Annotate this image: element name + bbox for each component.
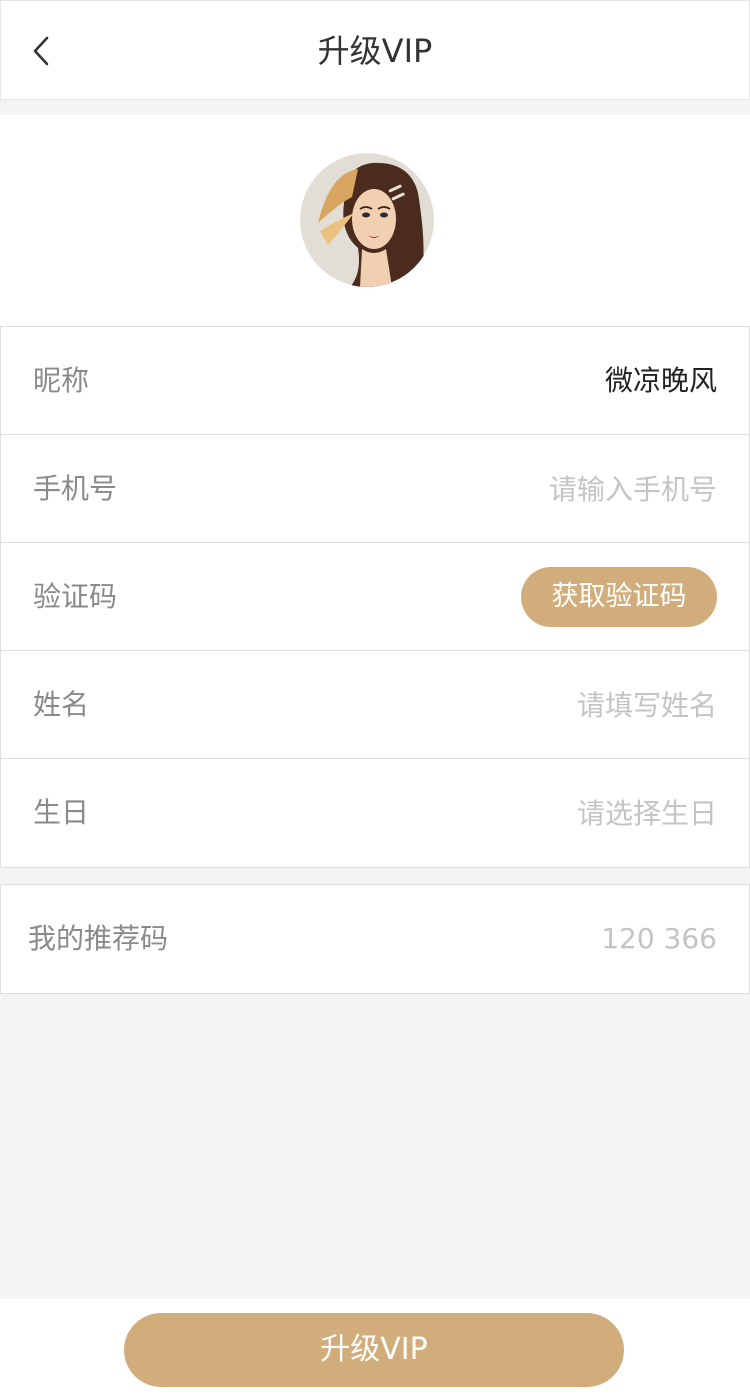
referral-label: 我的推荐码 xyxy=(28,922,169,955)
name-row: 姓名 xyxy=(1,651,749,759)
nickname-label: 昵称 xyxy=(33,364,90,397)
phone-row: 手机号 xyxy=(1,435,749,543)
referral-row: 我的推荐码 120 366 xyxy=(0,884,750,994)
header-bar: 升级VIP xyxy=(0,0,750,100)
profile-form: 昵称 微凉晚风 手机号 验证码 获取验证码 姓名 生日 xyxy=(0,326,750,868)
name-input[interactable] xyxy=(417,685,717,725)
avatar[interactable] xyxy=(300,153,434,287)
upgrade-vip-button[interactable]: 升级VIP xyxy=(124,1313,624,1387)
birthday-label: 生日 xyxy=(33,796,90,829)
verification-code-label: 验证码 xyxy=(33,580,118,613)
page-title: 升级VIP xyxy=(317,32,433,70)
name-label: 姓名 xyxy=(33,688,90,721)
nickname-value: 微凉晚风 xyxy=(604,364,717,397)
phone-input[interactable] xyxy=(417,469,717,509)
birthday-picker[interactable] xyxy=(417,793,717,833)
footer-bar: 升级VIP xyxy=(0,1299,750,1400)
verification-code-row: 验证码 获取验证码 xyxy=(1,543,749,651)
birthday-row: 生日 xyxy=(1,759,749,867)
referral-code-value: 120 366 xyxy=(601,922,717,955)
avatar-section xyxy=(0,115,750,327)
phone-label: 手机号 xyxy=(33,472,118,505)
nickname-row: 昵称 微凉晚风 xyxy=(1,327,749,435)
get-code-button[interactable]: 获取验证码 xyxy=(521,567,717,627)
